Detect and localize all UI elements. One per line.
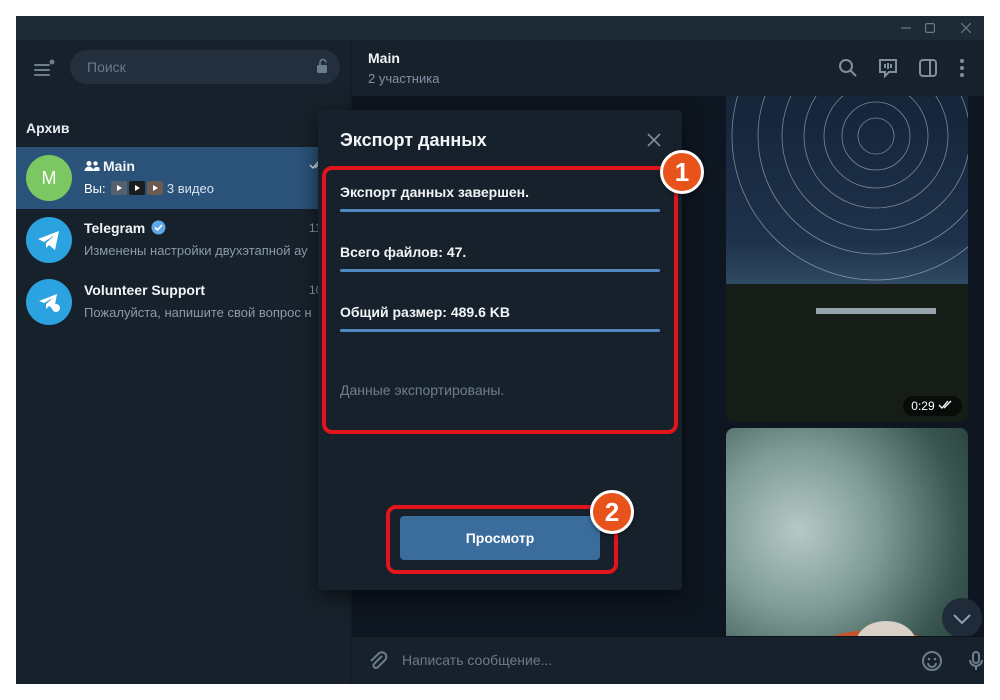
dialog-title: Экспорт данных [340, 130, 487, 150]
chat-name-text: Telegram [84, 220, 146, 236]
more-icon[interactable] [950, 56, 974, 80]
emoji-icon[interactable] [920, 649, 944, 673]
lock-icon[interactable] [316, 58, 330, 79]
search-icon[interactable] [836, 56, 860, 80]
chat-subtitle: 2 участника [368, 71, 440, 86]
search-input[interactable]: Поиск [70, 50, 340, 84]
group-icon [84, 161, 100, 171]
menu-icon[interactable] [32, 58, 56, 80]
message-input[interactable]: Написать сообщение... [402, 652, 552, 668]
close-icon[interactable] [646, 132, 662, 148]
search-placeholder: Поиск [87, 59, 126, 75]
voice-chat-icon[interactable] [876, 56, 900, 80]
close-icon[interactable] [956, 18, 976, 38]
chat-name: Telegram [84, 220, 166, 236]
archive-title: Архив [26, 120, 70, 136]
chat-item-telegram[interactable]: Telegram 11.08.2 Изменены настройки двух… [16, 209, 351, 271]
sidebar: Поиск Архив M Main 1 Вы: 3 видео [16, 40, 351, 684]
verified-icon [151, 220, 166, 235]
video-thumb-icon [147, 181, 164, 195]
chat-preview-text: 3 видео [166, 181, 214, 196]
chat-preview-prefix: Вы: [84, 181, 106, 196]
attach-icon[interactable] [366, 649, 390, 673]
video-thumb-icon [111, 181, 128, 195]
chat-preview: Изменены настройки двухэтапной ау [84, 243, 308, 258]
minimize-icon[interactable] [896, 18, 916, 38]
avatar: M [26, 155, 72, 201]
maximize-icon[interactable] [920, 18, 940, 38]
chat-name-text: Main [103, 158, 135, 174]
double-check-icon [938, 400, 952, 409]
video-duration-badge: 0:29 [903, 396, 962, 416]
telegram-logo-icon [26, 217, 72, 263]
chat-name: Volunteer Support [84, 282, 206, 298]
video-thumb-icon [129, 181, 146, 195]
microphone-icon[interactable] [964, 649, 984, 673]
chat-header[interactable]: Main 2 участника [352, 40, 984, 96]
message-composer[interactable]: Написать сообщение... [352, 636, 984, 684]
chat-name: Main [84, 158, 135, 174]
highlight-frame [322, 166, 678, 434]
video-duration-text: 0:29 [911, 399, 935, 413]
sidebar-toggle-icon[interactable] [916, 56, 940, 80]
video-message[interactable]: 0:29 [726, 96, 968, 422]
chat-item-main[interactable]: M Main 1 Вы: 3 видео [16, 147, 351, 209]
chat-preview: Вы: 3 видео [84, 181, 346, 196]
scroll-down-button[interactable] [942, 598, 982, 638]
support-logo-icon [26, 279, 72, 325]
chat-preview: Пожалуйста, напишите свой вопрос н [84, 305, 312, 320]
title-bar [16, 16, 984, 40]
step-badge: 2 [590, 490, 634, 534]
step-badge: 1 [660, 150, 704, 194]
chat-item-volunteer-support[interactable]: Volunteer Support 10.08.2 Пожалуйста, на… [16, 271, 351, 333]
chat-title: Main [368, 50, 400, 66]
highlight-frame [386, 505, 618, 574]
